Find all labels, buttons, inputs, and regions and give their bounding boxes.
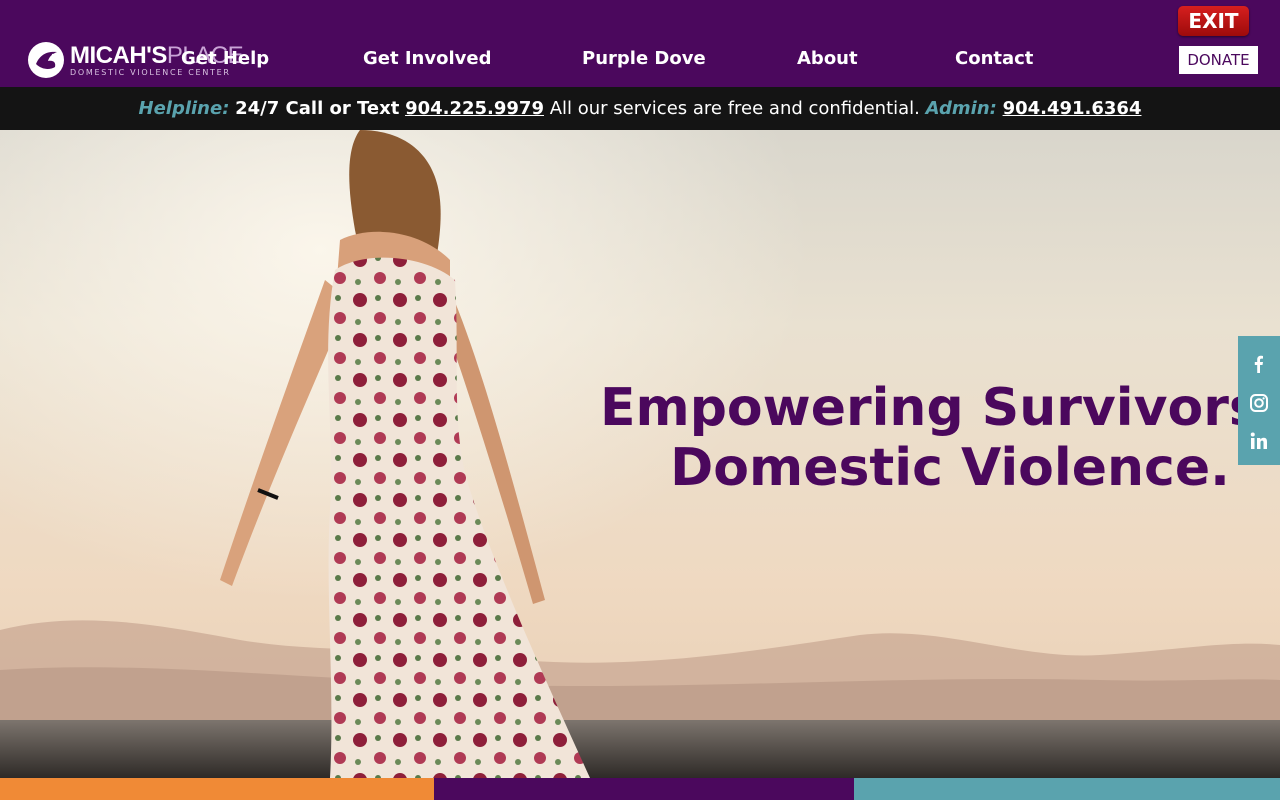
nav-get-involved[interactable]: Get Involved (363, 48, 491, 72)
logo-name-bold: MICAH'S (70, 41, 167, 69)
instagram-icon[interactable] (1249, 393, 1269, 413)
admin-phone-link[interactable]: 904.491.6364 (1003, 98, 1142, 119)
nav-get-help[interactable]: Get Help (181, 48, 269, 72)
footer-strip-teal (854, 778, 1280, 800)
hero-title-line2: Domestic Violence. (670, 438, 1230, 498)
dove-icon (28, 42, 64, 78)
footer-strip-orange (0, 778, 434, 800)
call-text: 24/7 Call or Text (235, 98, 400, 119)
free-confidential-text: All our services are free and confidenti… (549, 98, 920, 119)
donate-button[interactable]: DONATE (1179, 46, 1258, 74)
nav-contact[interactable]: Contact (955, 48, 1033, 72)
hero-title: Empowering Survivors of Domestic Violenc… (600, 378, 1280, 498)
facebook-icon[interactable] (1249, 354, 1269, 374)
helpline-bar: Helpline: 24/7 Call or Text 904.225.9979… (0, 87, 1280, 130)
hero-banner: Empowering Survivors of Domestic Violenc… (0, 130, 1280, 778)
admin-label: Admin: (925, 98, 997, 119)
site-header: MICAH'SPLACE DOMESTIC VIOLENCE CENTER Ge… (0, 0, 1280, 87)
helpline-phone-link[interactable]: 904.225.9979 (405, 98, 544, 119)
nav-purple-dove[interactable]: Purple Dove (582, 48, 706, 72)
hero-woman-image (220, 130, 590, 778)
social-sidebar (1238, 336, 1280, 465)
hero-title-line1: Empowering Survivors of (600, 378, 1280, 438)
linkedin-icon[interactable] (1249, 431, 1269, 451)
footer-strip-purple (434, 778, 854, 800)
exit-button[interactable]: EXIT (1178, 6, 1249, 36)
helpline-label: Helpline: (138, 98, 230, 119)
nav-about[interactable]: About (797, 48, 858, 72)
